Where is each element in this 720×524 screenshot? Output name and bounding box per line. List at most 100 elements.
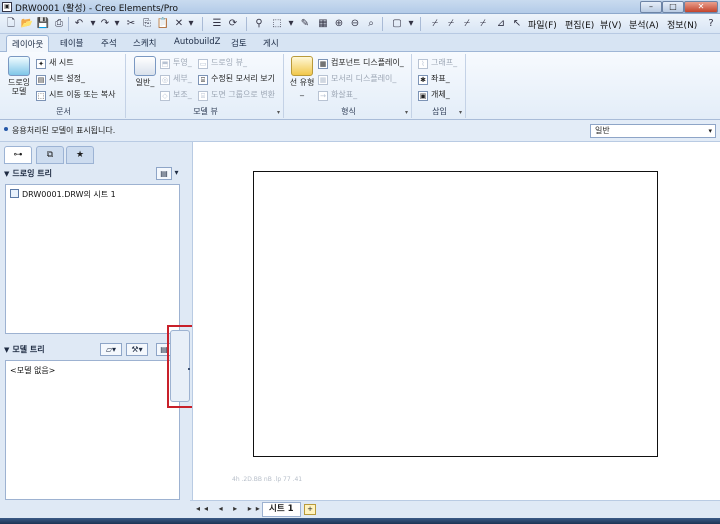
coordinate-button[interactable]: ✱ 좌표_ [418, 72, 450, 85]
repaint-icon[interactable]: ▦ [316, 17, 330, 31]
drawing-tree-box: DRW0001.DRW의 시트 1 [5, 184, 180, 334]
convert-to-group-button: ⌸ 도면 그룹으로 변환 [198, 88, 275, 101]
cursor-icon[interactable]: ↖ [510, 17, 524, 31]
faint-status-text: 4h .2D.BB nB .lp 77 .41 [232, 476, 303, 483]
group-model-view-label: 모델 뷰 [193, 107, 218, 116]
zoom-in-icon[interactable]: ⊕ [332, 17, 346, 31]
regenerate-icon[interactable]: ⟳ [226, 17, 240, 31]
tab-table[interactable]: 테이블 [60, 37, 83, 49]
tool-icon-2[interactable]: ⌿ [444, 17, 458, 31]
print-icon[interactable]: ⎙ [52, 17, 66, 31]
ribbon-tabs: 레이아웃 테이블 주석 스케치 AutobuildZ 검토 게시 [0, 34, 720, 53]
open-folder-icon[interactable]: 📂 [20, 17, 34, 31]
select-box-icon[interactable]: ⬚ [270, 17, 284, 31]
sheet-tab-1[interactable]: 시트 1 [262, 502, 301, 517]
select-dropdown-icon[interactable]: ▾ [284, 17, 298, 31]
taskbar [0, 518, 720, 524]
copy-icon[interactable]: ⎘ [140, 17, 154, 31]
modified-edges-button[interactable]: ⌸ 수정된 모서리 보기 [198, 72, 275, 85]
tab-layout[interactable]: 레이아웃 [6, 35, 50, 53]
sheet-setup-icon: ▤ [36, 75, 46, 85]
zoom-out-icon[interactable]: ⊖ [348, 17, 362, 31]
new-sheet-icon: ✦ [36, 59, 46, 69]
menu-info[interactable]: 정보(N) [667, 18, 697, 31]
tab-annotate[interactable]: 주석 [101, 37, 117, 49]
sheet-tab-bar: ◂◂ ◂ ▸ ▸▸ 시트 1 + [190, 500, 720, 518]
general-view-button[interactable]: 일반_ [130, 56, 160, 87]
chevron-down-icon[interactable]: ▾ [172, 167, 181, 180]
close-button[interactable]: ✕ [684, 1, 718, 13]
new-sheet-button[interactable]: ✦ 새 시트 [36, 56, 74, 69]
edge-display-icon: ⌸ [198, 75, 208, 85]
component-display-button[interactable]: ▦ 컴포넌트 디스플레이_ [318, 56, 404, 69]
menu-edit[interactable]: 편집(E) [565, 18, 594, 31]
message-bullet-icon [4, 127, 8, 131]
drawing-sheet[interactable] [253, 171, 658, 457]
new-file-icon[interactable]: 🗋 [4, 17, 18, 31]
redo-dropdown-icon[interactable]: ▾ [110, 17, 124, 31]
maximize-button[interactable]: □ [662, 1, 684, 13]
window-dropdown-icon[interactable]: ▾ [404, 17, 418, 31]
tab-autobuildz[interactable]: AutobuildZ [174, 37, 220, 47]
tool-icon-1[interactable]: ⌿ [428, 17, 442, 31]
detailed-view-button: ◎ 세부_ [160, 74, 192, 85]
window-icon[interactable]: ▢ [390, 17, 404, 31]
tool-icon-4[interactable]: ⌿ [476, 17, 490, 31]
group-launcher-icon[interactable]: ▾ [459, 109, 462, 116]
show-icon[interactable]: ▱▾ [100, 343, 122, 356]
empty-model-text: <모델 없음> [10, 366, 56, 375]
drawing-model-icon [8, 56, 30, 76]
tools-icon[interactable]: ⚒▾ [126, 343, 148, 356]
folder-browser-tab-icon[interactable]: ⧉ [36, 146, 64, 164]
tab-sketch[interactable]: 스케치 [133, 37, 156, 49]
delete-dropdown-icon[interactable]: ▾ [184, 17, 198, 31]
group-insert-label: 삽입 [432, 107, 447, 116]
add-sheet-icon[interactable]: + [304, 504, 316, 515]
group-insert: ⌇ 그래프_ ✱ 좌표_ ▣ 개체_ 삽입 ▾ [414, 54, 466, 118]
line-type-button[interactable]: 선 유형_ [288, 56, 316, 96]
message-bar: 응용처리된 모델이 표시됩니다. 일반 ▾ [0, 120, 720, 142]
menu-file[interactable]: 파일(F) [528, 18, 557, 31]
move-copy-sheet-button[interactable]: ⬚ 시트 이동 또는 복사 [36, 88, 116, 101]
object-icon: ▣ [418, 91, 428, 101]
separator [420, 17, 421, 31]
convert-icon: ⌸ [198, 91, 208, 101]
cut-icon[interactable]: ✂ [124, 17, 138, 31]
undo-icon[interactable]: ↶ [72, 17, 86, 31]
edge-icon: ▦ [318, 75, 328, 85]
favorites-tab-icon[interactable]: ★ [66, 146, 94, 164]
object-button[interactable]: ▣ 개체_ [418, 88, 450, 101]
group-launcher-icon[interactable]: ▾ [277, 109, 280, 116]
group-launcher-icon[interactable]: ▾ [405, 109, 408, 116]
sheet-nav-arrows[interactable]: ◂◂ ◂ ▸ ▸▸ [196, 504, 264, 513]
menu-view[interactable]: 뷰(V) [600, 18, 621, 31]
drawing-model-button[interactable]: 드로잉 모델 [4, 56, 34, 96]
model-tree-header[interactable]: ▼모델 트리 ▱▾ ⚒▾ ▤ ▾ [4, 342, 180, 358]
model-tree-tab-icon[interactable]: ⊶ [4, 146, 32, 164]
selection-filter-select[interactable]: 일반 ▾ [590, 124, 716, 138]
collapse-triangle-icon: ▼ [4, 346, 10, 354]
sheet-setup-button[interactable]: ▤ 시트 설정_ [36, 72, 85, 85]
refit-icon[interactable]: ⌕ [364, 17, 378, 31]
tree-item[interactable]: DRW0001.DRW의 시트 1 [10, 189, 116, 200]
group-format-label: 형식 [341, 107, 356, 116]
tab-publish[interactable]: 게시 [263, 37, 279, 49]
tool-icon-3[interactable]: ⌿ [460, 17, 474, 31]
save-icon[interactable]: 💾 [36, 17, 50, 31]
tab-review[interactable]: 검토 [231, 37, 247, 49]
paste-icon[interactable]: 📋 [156, 17, 170, 31]
group-document-label: 문서 [56, 107, 71, 116]
minimize-button[interactable]: – [640, 1, 662, 13]
find-binoculars-icon[interactable]: ⚲ [252, 17, 266, 31]
group-document: 드로잉 모델 ✦ 새 시트 ▤ 시트 설정_ ⬚ 시트 이동 또는 복사 문서 [2, 54, 126, 118]
sheet-icon [10, 189, 19, 198]
layers-icon[interactable]: ☰ [210, 17, 224, 31]
menu-analysis[interactable]: 분석(A) [629, 18, 659, 31]
sketch-icon[interactable]: ✎ [298, 17, 312, 31]
tool-icon-5[interactable]: ⊿ [494, 17, 508, 31]
graph-icon: ⌇ [418, 59, 428, 69]
drawing-tree-header[interactable]: ▼ 드로잉 트리 ▤ ▾ [4, 166, 180, 182]
tree-settings-icon[interactable]: ▤ [156, 167, 172, 180]
window-title: DRW0001 (활성) - Creo Elements/Pro [15, 4, 178, 14]
help-icon[interactable]: ? [704, 17, 718, 31]
